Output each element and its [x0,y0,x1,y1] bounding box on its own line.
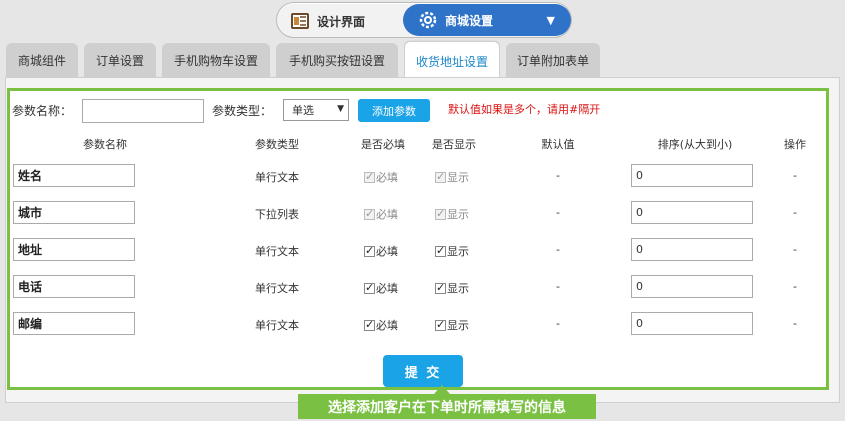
actions-cell: - [793,243,797,256]
actions-cell: - [793,317,797,330]
param-name-label: 参数名称： [12,104,73,118]
tab-mobile-cart-settings[interactable]: 手机购物车设置 [162,43,270,77]
caret-down-icon[interactable]: ▼ [547,14,555,27]
checkbox-icon [364,244,375,257]
address-settings-panel: 参数名称： 参数类型： 单选 ▼ 添加参数 默认值如果是多个，请用#隔开 参数名… [7,88,829,390]
shop-settings-label: 商城设置 [445,13,494,28]
required-label: 必填 [376,208,398,221]
param-type-cell: 单行文本 [255,245,299,258]
header-actions: 操作 [784,138,806,151]
required-label: 必填 [376,171,398,184]
checkbox-icon [364,170,375,183]
param-type-select[interactable]: 单选 ▼ [283,99,349,121]
required-label: 必填 [376,245,398,258]
table-row: 姓名 单行文本 必填 显示 - 0 - [10,164,826,190]
checkbox-icon [435,318,446,331]
add-parameter-toolbar: 参数名称： 参数类型： 单选 ▼ 添加参数 默认值如果是多个，请用#隔开 [10,95,826,123]
sort-order-input[interactable]: 0 [631,238,753,261]
param-type-cell: 单行文本 [255,171,299,184]
default-value-cell: - [556,243,560,256]
default-value-cell: - [556,169,560,182]
checkbox-icon [435,281,446,294]
tab-shipping-address-settings[interactable]: 收货地址设置 [404,41,500,81]
checkbox-icon [435,244,446,257]
param-name-field[interactable]: 姓名 [13,164,135,187]
caret-down-icon: ▼ [337,104,344,114]
visible-label: 显示 [447,171,469,184]
visible-checkbox[interactable]: 显示 [435,206,469,222]
visible-checkbox[interactable]: 显示 [435,280,469,296]
mode-switch: 设计界面 商城设置 ▼ [276,2,572,38]
actions-cell: - [793,280,797,293]
checkbox-icon [435,207,446,220]
param-type-label: 参数类型： [212,104,273,118]
default-value-cell: - [556,280,560,293]
header-sort-order: 排序(从大到小) [657,138,733,151]
param-name-input[interactable] [82,99,204,123]
design-board-icon [291,13,309,29]
param-type-value: 单选 [292,104,314,117]
default-value-cell: - [556,317,560,330]
sort-order-input[interactable]: 0 [631,201,753,224]
tab-order-extra-form[interactable]: 订单附加表单 [506,43,600,77]
checkbox-icon [435,170,446,183]
required-checkbox[interactable]: 必填 [364,243,398,259]
actions-cell: - [793,206,797,219]
caption-callout: 选择添加客户在下单时所需填写的信息 [298,385,596,419]
required-checkbox[interactable]: 必填 [364,169,398,185]
checkbox-icon [364,318,375,331]
required-label: 必填 [376,282,398,295]
table-row: 邮编 单行文本 必填 显示 - 0 - [10,312,826,338]
sort-order-input[interactable]: 0 [631,164,753,187]
header-visible: 是否显示 [432,138,476,151]
table-header: 参数名称 参数类型 是否必填 是否显示 默认值 排序(从大到小) 操作 [10,136,826,152]
visible-checkbox[interactable]: 显示 [435,169,469,185]
gear-icon [419,11,437,29]
param-name-field[interactable]: 邮编 [13,312,135,335]
table-row: 地址 单行文本 必填 显示 - 0 - [10,238,826,264]
visible-label: 显示 [447,282,469,295]
sort-order-input[interactable]: 0 [631,312,753,335]
settings-tabs: 商城组件 订单设置 手机购物车设置 手机购买按钮设置 收货地址设置 订单附加表单 [6,41,600,81]
required-label: 必填 [376,319,398,332]
tab-shop-components[interactable]: 商城组件 [6,43,78,77]
design-view-toggle[interactable]: 设计界面 [285,7,401,35]
param-name-field[interactable]: 电话 [13,275,135,298]
add-parameter-button[interactable]: 添加参数 [358,99,430,122]
param-type-cell: 单行文本 [255,282,299,295]
visible-label: 显示 [447,245,469,258]
default-value-hint: 默认值如果是多个，请用#隔开 [448,103,601,116]
header-default-value: 默认值 [541,138,575,151]
param-name-field[interactable]: 城市 [13,201,135,224]
table-row: 城市 下拉列表 必填 显示 - 0 - [10,201,826,227]
tab-order-settings[interactable]: 订单设置 [84,43,156,77]
visible-label: 显示 [447,208,469,221]
header-required: 是否必填 [361,138,405,151]
checkbox-icon [364,207,375,220]
sort-order-input[interactable]: 0 [631,275,753,298]
tab-mobile-buy-button-settings[interactable]: 手机购买按钮设置 [276,43,398,77]
header-param-type: 参数类型 [255,138,299,151]
header-param-name: 参数名称 [83,138,127,151]
param-type-cell: 下拉列表 [255,208,299,221]
visible-checkbox[interactable]: 显示 [435,243,469,259]
submit-button[interactable]: 提 交 [383,355,463,387]
checkbox-icon [364,281,375,294]
param-type-cell: 单行文本 [255,319,299,332]
default-value-cell: - [556,206,560,219]
visible-checkbox[interactable]: 显示 [435,317,469,333]
required-checkbox[interactable]: 必填 [364,280,398,296]
param-name-field[interactable]: 地址 [13,238,135,261]
actions-cell: - [793,169,797,182]
shop-settings-toggle[interactable]: 商城设置 ▼ [403,4,571,36]
visible-label: 显示 [447,319,469,332]
design-view-label: 设计界面 [317,14,366,29]
table-row: 电话 单行文本 必填 显示 - 0 - [10,275,826,301]
required-checkbox[interactable]: 必填 [364,317,398,333]
required-checkbox[interactable]: 必填 [364,206,398,222]
